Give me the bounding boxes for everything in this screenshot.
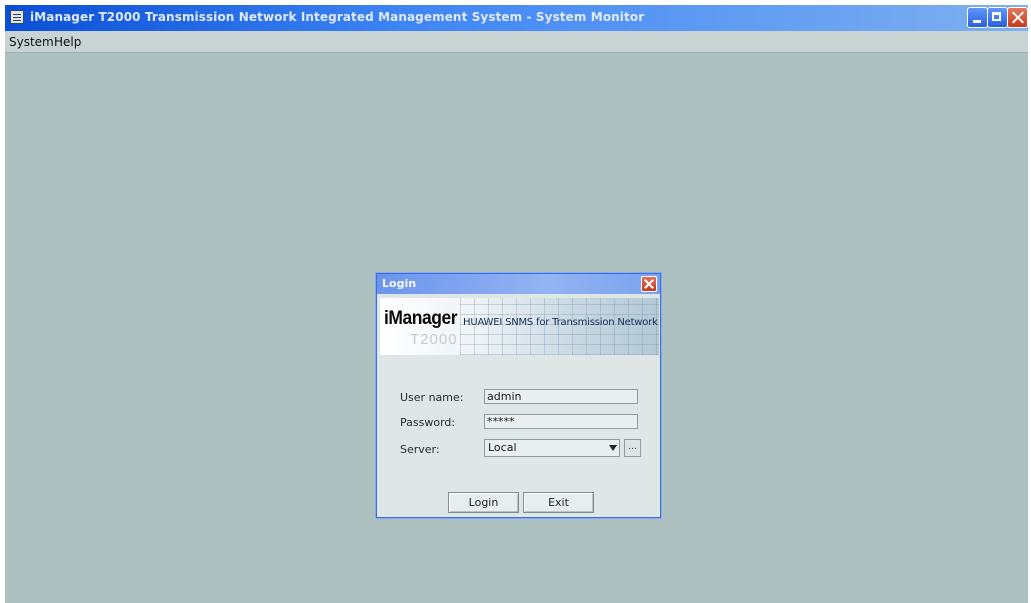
exit-button[interactable]: Exit <box>523 492 594 513</box>
dialog-close-button[interactable] <box>641 276 657 292</box>
dialog-titlebar[interactable]: Login <box>377 274 660 294</box>
maximize-button[interactable] <box>987 7 1008 28</box>
server-value: Local <box>488 441 517 454</box>
server-select[interactable]: Local <box>484 439 620 457</box>
dropdown-arrow-icon[interactable] <box>609 445 617 451</box>
dialog-title: Login <box>382 277 417 290</box>
window-title: iManager T2000 Transmission Network Inte… <box>30 10 645 24</box>
server-label: Server: <box>400 443 440 456</box>
brand-logo: iManager <box>384 308 458 329</box>
product-banner: iManager HUAWEI SNMS for Transmission Ne… <box>380 298 659 355</box>
menu-bar: System Help <box>5 31 1028 53</box>
product-name: T2000 <box>410 331 458 348</box>
menu-system[interactable]: System <box>9 35 54 49</box>
password-label: Password: <box>400 416 456 429</box>
menu-help[interactable]: Help <box>54 35 81 49</box>
close-button[interactable] <box>1007 7 1028 28</box>
login-button[interactable]: Login <box>448 492 519 513</box>
login-dialog: Login iManager HUAWEI SNMS for Transmiss… <box>376 273 661 518</box>
main-window: iManager T2000 Transmission Network Inte… <box>5 5 1028 603</box>
window-titlebar[interactable]: iManager T2000 Transmission Network Inte… <box>5 5 1028 31</box>
app-window-icon[interactable] <box>10 10 24 24</box>
username-label: User name: <box>400 391 464 404</box>
username-input[interactable] <box>484 389 638 404</box>
minimize-button[interactable] <box>967 7 988 28</box>
banner-tagline: HUAWEI SNMS for Transmission Network <box>463 317 658 328</box>
password-input[interactable] <box>484 414 638 429</box>
server-browse-button[interactable]: ... <box>624 439 641 457</box>
